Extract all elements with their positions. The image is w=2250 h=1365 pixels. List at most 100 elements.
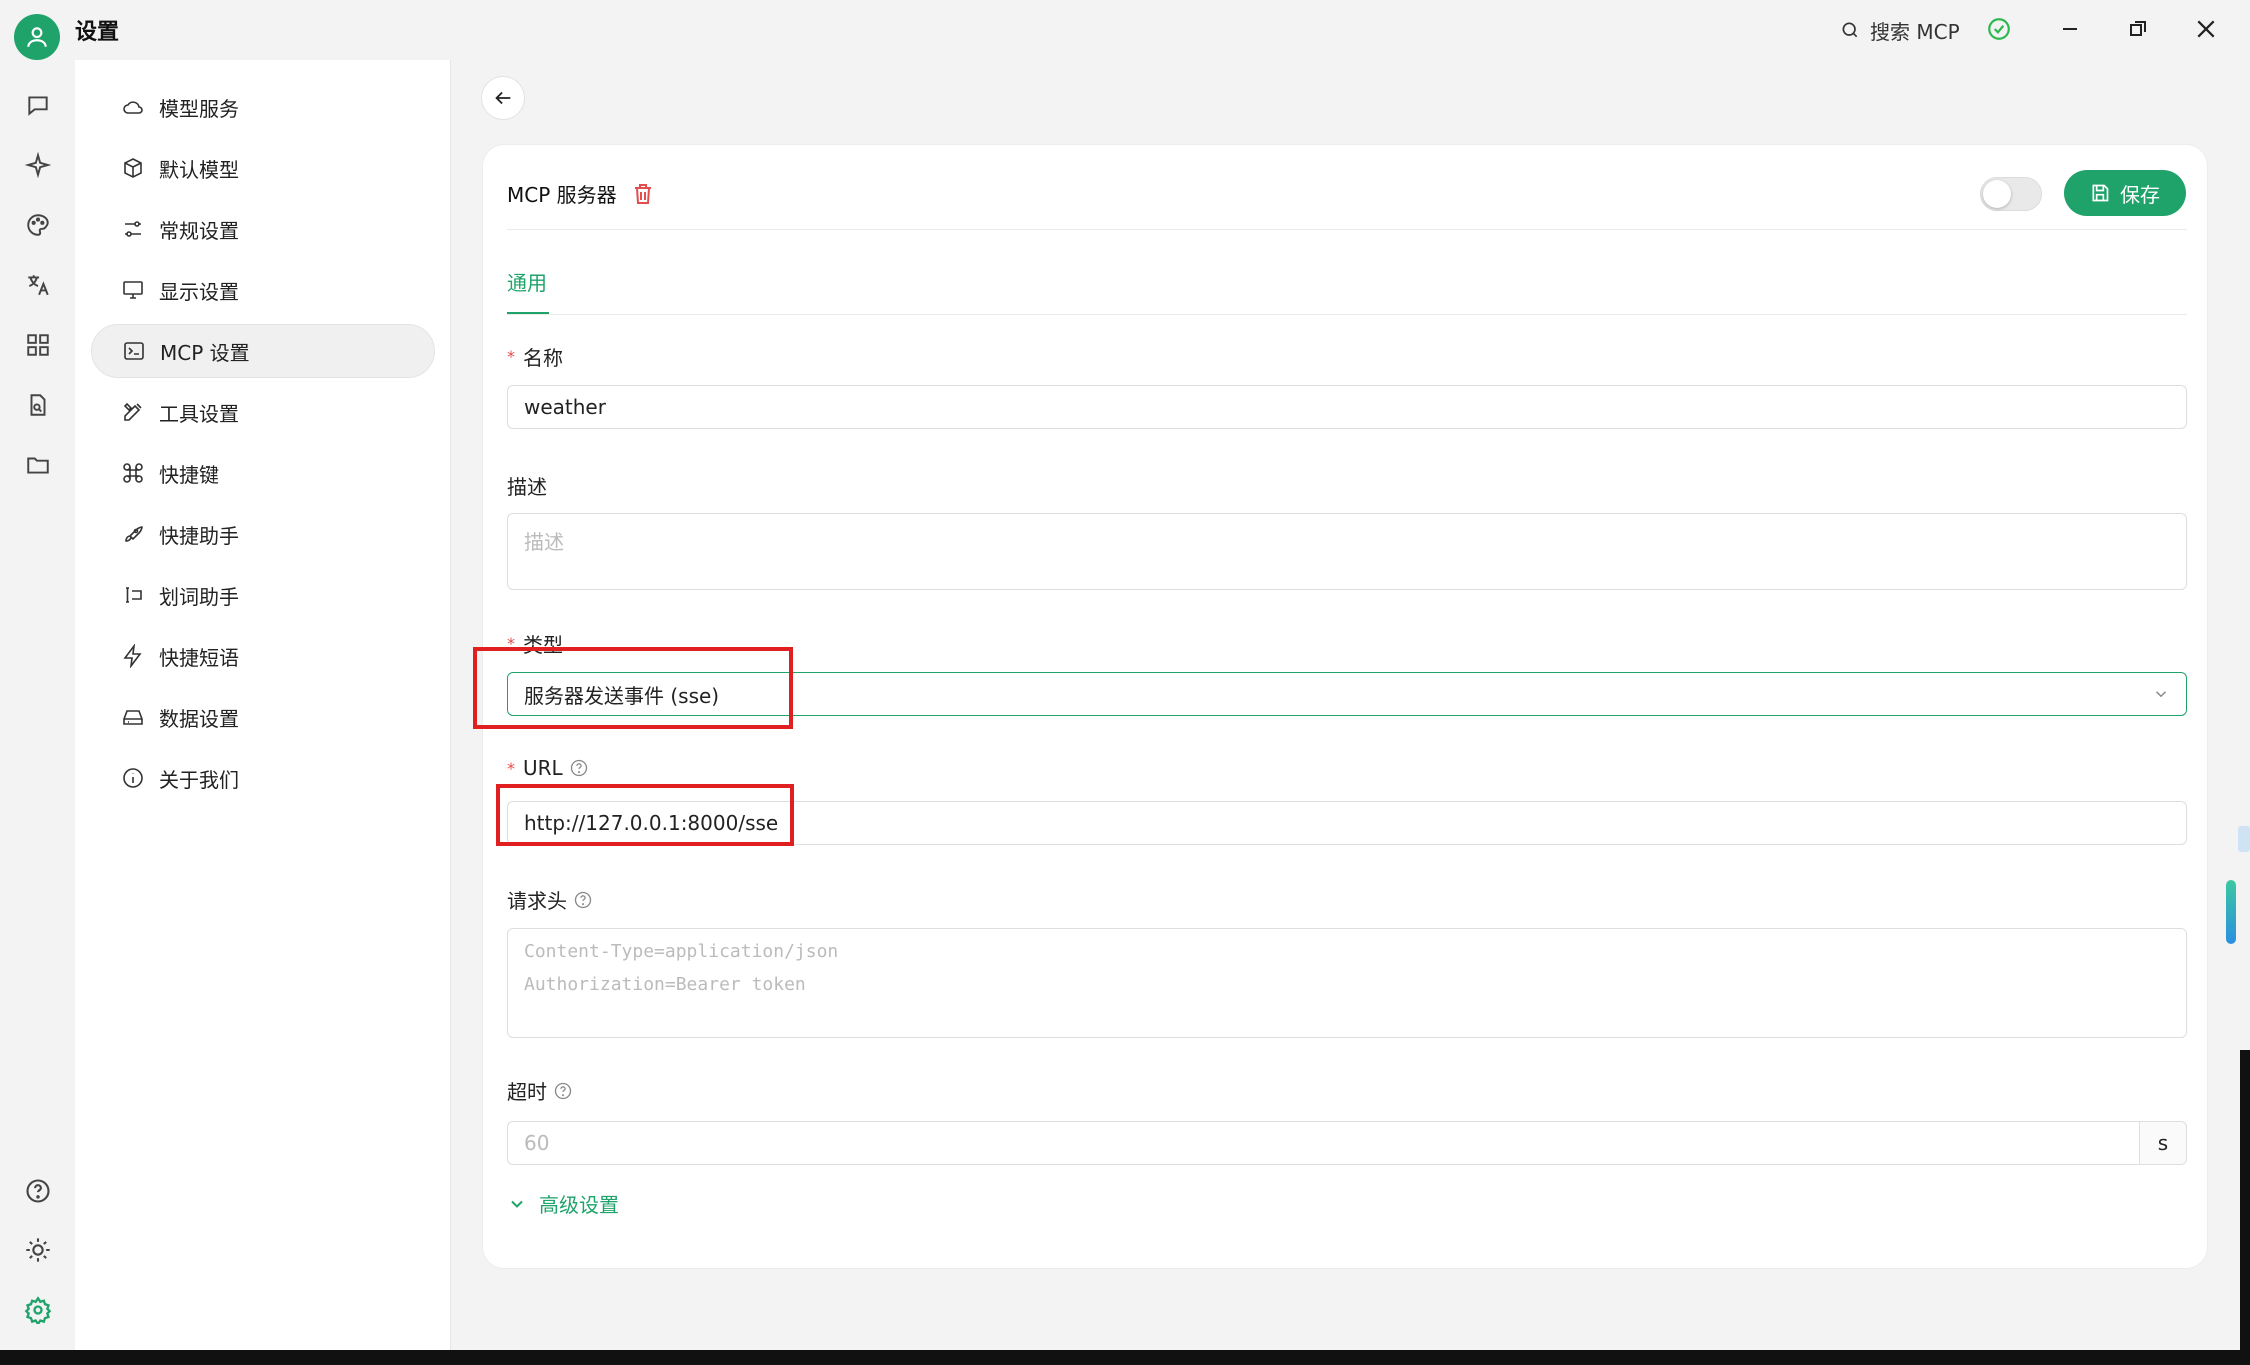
chat-icon	[28, 96, 48, 116]
highlight-box-url	[496, 784, 794, 846]
save-button[interactable]: 保存	[2064, 170, 2186, 216]
sidebar-item-quick-assistant[interactable]: 快捷助手	[91, 507, 435, 561]
gear-icon	[24, 1296, 52, 1324]
description-textarea[interactable]: 描述	[507, 513, 2187, 590]
tab-general[interactable]: 通用	[507, 267, 547, 296]
text-select-icon	[126, 587, 142, 603]
highlight-box-type	[473, 647, 793, 729]
help-nav-button[interactable]	[18, 1171, 58, 1211]
name-label: * 名称	[507, 342, 563, 371]
sidebar-item-default-model[interactable]: 默认模型	[91, 141, 435, 195]
zap-icon	[123, 644, 142, 668]
trash-icon[interactable]	[633, 183, 653, 205]
sidebar-item-model-service[interactable]: 模型服务	[91, 80, 435, 134]
required-mark: *	[507, 758, 515, 778]
rocket-icon	[125, 526, 143, 542]
url-label: * URL	[507, 756, 589, 780]
sidebar-item-label: 划词助手	[159, 584, 239, 609]
save-label: 保存	[2120, 182, 2160, 207]
scroll-indicator[interactable]	[2226, 880, 2236, 944]
sidebar-item-general[interactable]: 常规设置	[91, 202, 435, 256]
sidebar-item-label: 工具设置	[159, 401, 239, 426]
title-bar: 设置 搜索 MCP	[0, 0, 2250, 60]
header-divider	[507, 229, 2187, 230]
headers-placeholder-line: Authorization=Bearer token	[524, 974, 806, 995]
hard-drive-icon	[123, 710, 143, 725]
theme-nav-button[interactable]	[18, 1230, 58, 1270]
taskbar-edge	[0, 1350, 2250, 1365]
description-label: 描述	[507, 471, 547, 500]
cloud-icon	[123, 101, 143, 114]
timeout-label-text: 超时	[507, 1080, 547, 1104]
status-check-icon[interactable]	[1986, 16, 2012, 46]
url-label-text: URL	[523, 756, 563, 780]
help-circle-icon[interactable]	[569, 758, 589, 778]
help-icon	[26, 1179, 50, 1203]
palette-icon	[27, 214, 49, 236]
folder-nav-button[interactable]	[18, 445, 58, 485]
user-icon	[27, 27, 47, 47]
close-icon	[2197, 20, 2215, 38]
terminal-icon	[124, 342, 144, 360]
sidebar-item-label: MCP 设置	[160, 340, 250, 365]
headers-textarea[interactable]: Content-Type=application/json Authorizat…	[507, 928, 2187, 1038]
info-icon	[123, 768, 143, 788]
save-icon	[2092, 184, 2109, 202]
restore-button[interactable]	[2118, 14, 2158, 44]
required-mark: *	[507, 347, 515, 366]
app-title: 设置	[75, 20, 120, 45]
apps-nav-button[interactable]	[18, 325, 58, 365]
scroll-marker	[2238, 826, 2250, 852]
grid-icon	[27, 334, 49, 356]
description-label-text: 描述	[507, 475, 547, 499]
folder-icon	[27, 457, 49, 474]
sidebar-item-label: 默认模型	[159, 157, 239, 182]
sidebar-item-label: 常规设置	[159, 218, 239, 243]
name-input[interactable]: weather	[507, 385, 2187, 429]
files-nav-button[interactable]	[18, 385, 58, 425]
translate-nav-button[interactable]	[18, 265, 58, 305]
enable-toggle[interactable]	[1980, 177, 2042, 211]
chevron-down-icon	[2155, 691, 2167, 698]
sidebar-item-about[interactable]: 关于我们	[91, 751, 435, 805]
card-title: MCP 服务器	[507, 183, 617, 207]
timeout-unit: s	[2139, 1121, 2187, 1165]
toggle-knob	[1983, 180, 2011, 208]
minimize-button[interactable]	[2050, 14, 2090, 44]
settings-sidebar: 模型服务 默认模型 常规设置 显示设置 MCP 设置 工具设置 快捷键 快捷助手…	[75, 60, 451, 1350]
sidebar-item-tools[interactable]: 工具设置	[91, 385, 435, 439]
advanced-settings-label: 高级设置	[539, 1193, 619, 1217]
sidebar-item-label: 关于我们	[159, 767, 239, 792]
tab-divider	[507, 314, 2187, 315]
sidebar-item-shortcuts[interactable]: 快捷键	[91, 446, 435, 500]
sidebar-item-display[interactable]: 显示设置	[91, 263, 435, 317]
user-avatar[interactable]	[14, 14, 60, 60]
timeout-field: 60 s	[507, 1121, 2187, 1165]
sidebar-item-label: 显示设置	[159, 279, 239, 304]
settings-nav-button[interactable]	[18, 1290, 58, 1330]
sidebar-item-data[interactable]: 数据设置	[91, 690, 435, 744]
tools-icon	[123, 402, 142, 421]
file-search-icon	[30, 394, 46, 416]
sidebar-item-label: 数据设置	[159, 706, 239, 731]
advanced-settings-toggle[interactable]: 高级设置	[507, 1189, 619, 1218]
help-circle-icon[interactable]	[573, 890, 593, 910]
assistant-nav-button[interactable]	[18, 145, 58, 185]
help-circle-icon[interactable]	[553, 1081, 573, 1101]
search-mcp-label: 搜索 MCP	[1870, 19, 1960, 44]
back-button[interactable]	[481, 76, 525, 120]
headers-label: 请求头	[507, 885, 593, 914]
sidebar-item-label: 快捷键	[159, 462, 219, 487]
name-label-text: 名称	[523, 346, 563, 370]
close-button[interactable]	[2186, 14, 2226, 44]
sidebar-item-label: 模型服务	[159, 96, 239, 121]
paint-nav-button[interactable]	[18, 205, 58, 245]
timeout-label: 超时	[507, 1076, 573, 1105]
sidebar-item-selection-assistant[interactable]: 划词助手	[91, 568, 435, 622]
sidebar-item-quick-phrases[interactable]: 快捷短语	[91, 629, 435, 683]
search-mcp-button[interactable]: 搜索 MCP	[1840, 16, 1960, 44]
chat-nav-button[interactable]	[18, 85, 58, 125]
sidebar-item-mcp[interactable]: MCP 设置	[91, 324, 435, 378]
timeout-input[interactable]: 60	[507, 1121, 2139, 1165]
translate-icon	[28, 275, 49, 296]
